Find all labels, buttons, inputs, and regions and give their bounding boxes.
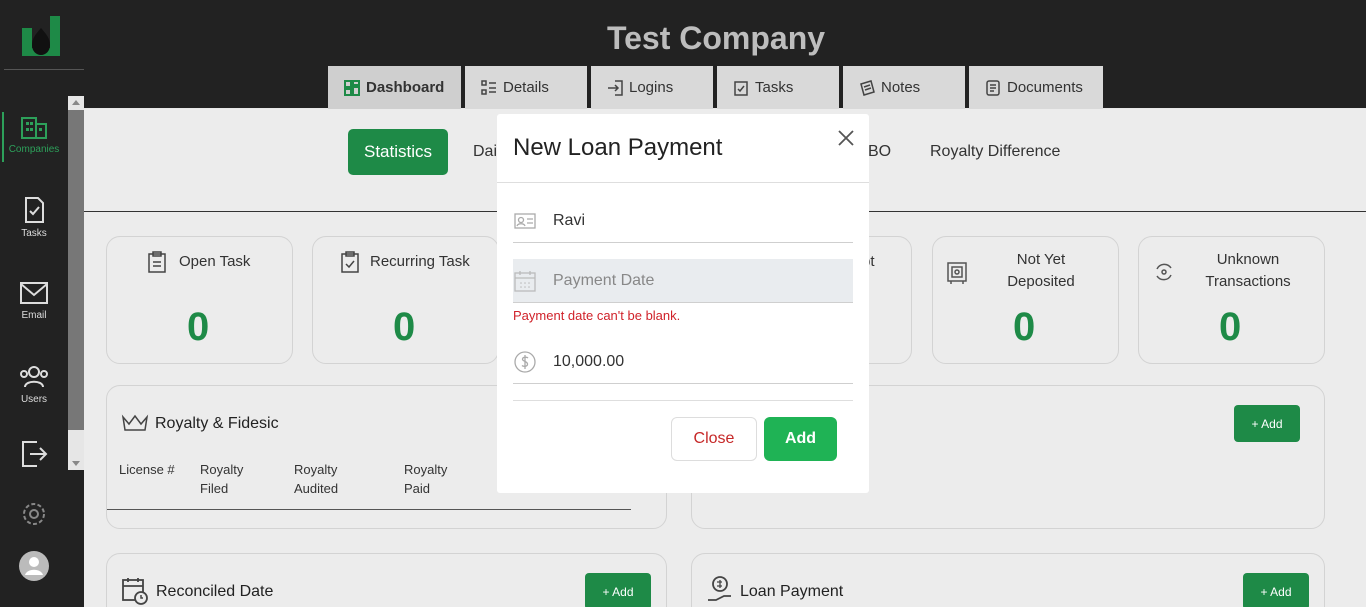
payment-date-field[interactable]: Payment Date (513, 259, 853, 303)
id-card-icon (513, 212, 537, 229)
dollar-icon (513, 350, 537, 373)
amount-value: 10,000.00 (553, 352, 625, 370)
payment-date-placeholder: Payment Date (553, 271, 655, 289)
modal-footer-divider (513, 400, 853, 401)
calendar-icon (513, 270, 537, 292)
add-payment-button[interactable]: Add (764, 417, 837, 461)
new-loan-payment-modal: New Loan Payment Ravi Payment Date Payme… (497, 114, 869, 493)
close-button[interactable]: Close (671, 417, 757, 461)
amount-field[interactable]: 10,000.00 (513, 340, 853, 384)
modal-title: New Loan Payment (513, 134, 723, 161)
modal-header-divider (497, 182, 869, 183)
name-field[interactable]: Ravi (513, 199, 853, 243)
payment-date-error: Payment date can't be blank. (513, 308, 681, 323)
close-icon[interactable] (837, 129, 855, 147)
name-value: Ravi (553, 211, 586, 229)
